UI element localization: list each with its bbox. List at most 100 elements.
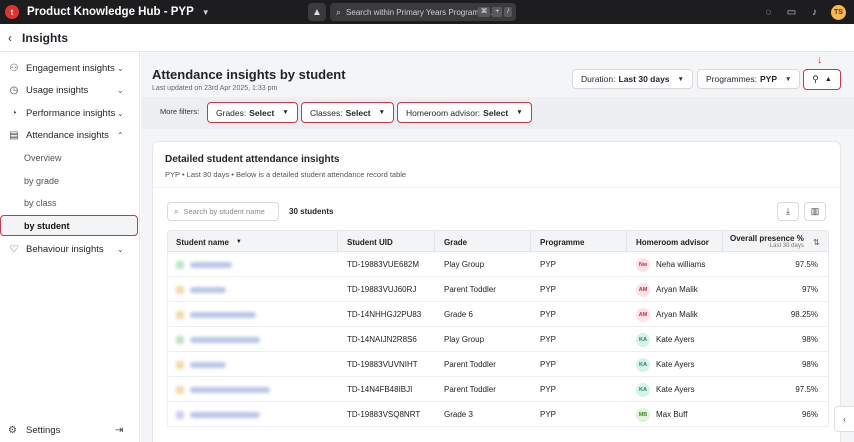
sidebar-sub-by-class[interactable]: by class [0, 193, 140, 213]
col-overall-presence[interactable]: Overall presence % Last 30 days [730, 231, 804, 253]
student-uid-cell: TD-14N4FB48IBJI [347, 385, 413, 394]
header-label: Grade [444, 237, 468, 247]
classes-filter[interactable]: Classes: Select ▼ [301, 102, 395, 123]
global-search-input[interactable]: ⌕ Search within Primary Years Programme.… [330, 3, 516, 21]
user-avatar[interactable]: TS [831, 5, 846, 20]
advisor-name: Kate Ayers [656, 360, 695, 369]
student-avatar [176, 360, 184, 369]
caret-down-icon: ▼ [282, 109, 289, 116]
sidebar-sub-by-student[interactable]: by student [0, 215, 138, 236]
heart-icon: ♡ [9, 243, 19, 255]
sidebar-item-label: Engagement insights [26, 62, 115, 74]
app-title[interactable]: Product Knowledge Hub - PYP [27, 6, 194, 18]
table-row[interactable]: TD-19883VUVNIHT Parent Toddler PYP KA Ka… [167, 352, 829, 377]
advisor-avatar: KA [636, 357, 650, 372]
advisor-name: Aryan Malik [656, 285, 698, 294]
student-avatar [176, 310, 184, 319]
caret-down-icon: ▼ [516, 109, 523, 116]
student-name-cell[interactable] [176, 402, 260, 427]
dropdown-label: Programmes: [706, 74, 758, 84]
filter-toggle-button[interactable]: ⚲ ▲ [803, 69, 841, 90]
programme-cell: PYP [540, 260, 557, 269]
student-uid-cell: TD-14NHHGJ2PU83 [347, 310, 422, 319]
homeroom-advisor-cell: AM Aryan Malik [636, 277, 698, 302]
collapse-panel-button[interactable]: ‹ [834, 406, 854, 432]
sidebar-sub-by-grade[interactable]: by grade [0, 171, 140, 191]
header-sublabel: Last 30 days [769, 243, 804, 249]
chevron-down-icon[interactable]: ▼ [202, 8, 210, 17]
homeroom-advisor-cell: Nw Neha williams [636, 252, 705, 277]
redacted-name [190, 336, 260, 343]
download-button[interactable]: ⤓ [777, 202, 799, 221]
student-name-redacted [176, 285, 226, 294]
advisor-avatar: Nw [636, 257, 650, 272]
sort-icon[interactable]: ⇅ [813, 231, 820, 253]
advisor-name: Max Buff [656, 410, 688, 419]
grade-cell: Grade 3 [444, 410, 473, 419]
student-name-cell[interactable] [176, 302, 256, 327]
global-search-placeholder: Search within Primary Years Programme... [346, 7, 497, 17]
homeroom-advisor-cell: KA Kate Ayers [636, 327, 695, 352]
column-separator [626, 231, 627, 253]
card-subtitle: PYP • Last 30 days • Below is a detailed… [165, 170, 407, 179]
columns-button[interactable]: ▥ [804, 202, 826, 221]
redacted-name [190, 361, 226, 368]
sidebar-item-engagement[interactable]: ⚇ Engagement insights ⌄ [0, 57, 140, 79]
header-label: Programme [540, 237, 585, 247]
advisor-avatar: KA [636, 382, 650, 397]
advisor-name: Kate Ayers [656, 385, 695, 394]
student-name-cell[interactable] [176, 277, 226, 302]
download-icon: ⤓ [786, 206, 790, 216]
annotation-arrow-icon: ↓ [817, 54, 823, 66]
student-name-redacted [176, 335, 260, 344]
duration-dropdown[interactable]: Duration: Last 30 days ▼ [572, 69, 693, 89]
student-name-cell[interactable] [176, 252, 232, 277]
student-search-input[interactable]: ⌕ Search by student name [167, 202, 279, 221]
table-row[interactable]: TD-19883VSQ8NRT Grade 3 PYP MB Max Buff … [167, 402, 829, 427]
table-row[interactable]: TD-14NHHGJ2PU83 Grade 6 PYP AM Aryan Mal… [167, 302, 829, 327]
top-icons: ◌ ▭ ♪ TS [762, 5, 846, 20]
advisor-name: Neha williams [656, 260, 706, 269]
student-name-cell[interactable] [176, 327, 260, 352]
table-row[interactable]: TD-19883VUE682M Play Group PYP Nw Neha w… [167, 252, 829, 277]
sidebar-item-usage[interactable]: ◷ Usage insights ⌄ [0, 79, 140, 101]
grades-filter[interactable]: Grades: Select ▼ [207, 102, 298, 123]
presence-cell: 97.5% [795, 385, 818, 394]
calendar-icon[interactable]: ▭ [785, 6, 798, 19]
table-row[interactable]: TD-14NAIJN2R8S6 Play Group PYP KA Kate A… [167, 327, 829, 352]
advisor-name: Kate Ayers [656, 335, 695, 344]
grade-cell: Parent Toddler [444, 385, 496, 394]
homeroom-advisor-filter[interactable]: Homeroom advisor: Select ▼ [397, 102, 532, 123]
presence-cell: 97% [801, 285, 818, 294]
advisor-avatar: MB [636, 407, 650, 422]
filter-label: Homeroom advisor: [406, 107, 481, 118]
column-separator [530, 231, 531, 253]
caret-down-icon: ▼ [785, 75, 792, 83]
sidebar-item-performance[interactable]: ◔ Performance insights ⌄ [0, 102, 140, 124]
sidebar-item-settings[interactable]: ⚙ Settings ⇥ [0, 420, 140, 440]
back-arrow-icon[interactable]: ‹ [8, 31, 12, 45]
grade-cell: Play Group [444, 260, 485, 269]
col-student-name[interactable]: Student name ▼ [176, 231, 242, 253]
programmes-dropdown[interactable]: Programmes: PYP ▼ [697, 69, 801, 89]
performance-icon: ◔ [10, 107, 18, 119]
launcher-icon[interactable]: ▲ [308, 3, 326, 21]
table-body: TD-19883VUE682M Play Group PYP Nw Neha w… [167, 252, 829, 427]
sidebar-item-behaviour[interactable]: ♡ Behaviour insights ⌄ [0, 238, 140, 260]
student-name-cell[interactable] [176, 377, 270, 402]
student-uid-cell: TD-19883VUJ60RJ [347, 285, 417, 294]
logout-icon[interactable]: ⇥ [115, 425, 123, 436]
table-row[interactable]: TD-14N4FB48IBJI Parent Toddler PYP KA Ka… [167, 377, 829, 402]
lightbulb-icon[interactable]: ◌ [762, 6, 775, 19]
bell-icon[interactable]: ♪ [808, 6, 821, 19]
redacted-name [190, 261, 232, 268]
sidebar-item-attendance[interactable]: ▤ Attendance insights ⌃ [0, 124, 140, 146]
more-filters-bar: More filters: Grades: Select ▼ Classes: … [141, 97, 854, 129]
student-uid-cell: TD-19883VSQ8NRT [347, 410, 421, 419]
student-avatar [176, 385, 184, 394]
table-row[interactable]: TD-19883VUJ60RJ Parent Toddler PYP AM Ar… [167, 277, 829, 302]
student-name-cell[interactable] [176, 352, 226, 377]
programme-cell: PYP [540, 335, 557, 344]
divider [153, 187, 840, 188]
sidebar-sub-overview[interactable]: Overview [0, 148, 140, 168]
